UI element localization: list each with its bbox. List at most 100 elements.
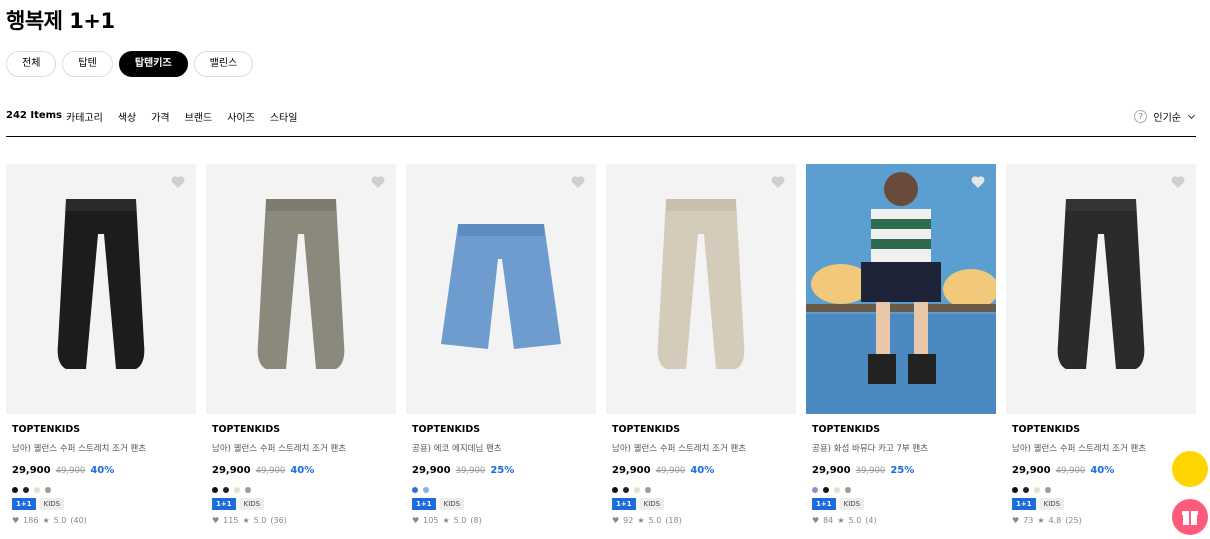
like-count: 73 bbox=[1023, 516, 1034, 525]
heart-icon[interactable] bbox=[570, 174, 586, 190]
review-count: (18) bbox=[665, 516, 682, 525]
page-title: 행복제 1+1 bbox=[6, 9, 115, 33]
badge-one-plus-one: 1+1 bbox=[12, 498, 36, 510]
heart-icon[interactable] bbox=[370, 174, 386, 190]
color-swatches bbox=[412, 487, 590, 493]
original-price: 39,900 bbox=[855, 466, 886, 476]
tab-all[interactable]: 전체 bbox=[6, 51, 57, 77]
product-name[interactable]: 공용) 화섬 바뮤다 카고 7부 팬츠 bbox=[812, 442, 990, 454]
heart-icon[interactable] bbox=[970, 174, 986, 190]
star-icon: ★ bbox=[442, 516, 450, 525]
item-count: 242 Items bbox=[6, 110, 63, 121]
rating: 5.0 bbox=[53, 516, 67, 525]
product-image[interactable] bbox=[606, 164, 796, 414]
heart-icon[interactable] bbox=[170, 174, 186, 190]
product-card[interactable]: TOPTENKIDS 공용) 에코 에지데님 팬츠 29,900 39,900 … bbox=[406, 164, 596, 525]
sale-price: 29,900 bbox=[212, 465, 251, 476]
sort-label[interactable]: 인기순 bbox=[1153, 109, 1181, 124]
color-swatch bbox=[634, 487, 640, 493]
product-image[interactable] bbox=[206, 164, 396, 414]
filter-color[interactable]: 색상 bbox=[118, 109, 136, 124]
heart-small-icon: ♥ bbox=[12, 516, 20, 525]
color-swatch bbox=[234, 487, 240, 493]
rating: 5.0 bbox=[848, 516, 862, 525]
like-count: 84 bbox=[823, 516, 834, 525]
sale-price: 29,900 bbox=[12, 465, 51, 476]
pants-illustration bbox=[257, 199, 345, 369]
review-count: (36) bbox=[270, 516, 287, 525]
color-swatch bbox=[12, 487, 18, 493]
review-count: (25) bbox=[1065, 516, 1082, 525]
sale-price: 29,900 bbox=[412, 465, 451, 476]
badge-kids: KIDS bbox=[439, 498, 465, 510]
pants-illustration bbox=[657, 199, 745, 369]
review-count: (40) bbox=[70, 516, 87, 525]
filter-style[interactable]: 스타일 bbox=[270, 109, 298, 124]
product-name[interactable]: 남아) 웰런스 수퍼 스트레치 조거 팬츠 bbox=[12, 442, 190, 454]
heart-small-icon: ♥ bbox=[812, 516, 820, 525]
product-name[interactable]: 남아) 웰런스 수퍼 스트레치 조거 팬츠 bbox=[612, 442, 790, 454]
review-count: (4) bbox=[865, 516, 877, 525]
brand-tabs: 전체 탑텐 탑텐키즈 밸린스 bbox=[6, 51, 254, 77]
filter-price[interactable]: 가격 bbox=[151, 109, 169, 124]
rating: 4.8 bbox=[1048, 516, 1062, 525]
coupon-icon[interactable] bbox=[1172, 451, 1208, 487]
product-card[interactable]: TOPTENKIDS 남아) 웰런스 수퍼 스트레치 조거 팬츠 29,900 … bbox=[606, 164, 796, 525]
color-swatch bbox=[1012, 487, 1018, 493]
gift-icon[interactable] bbox=[1172, 499, 1208, 535]
badge-one-plus-one: 1+1 bbox=[812, 498, 836, 510]
product-image[interactable] bbox=[806, 164, 996, 414]
heart-icon[interactable] bbox=[1170, 174, 1186, 190]
help-icon[interactable]: ? bbox=[1134, 110, 1148, 123]
original-price: 49,900 bbox=[1055, 466, 1086, 476]
badge-kids: KIDS bbox=[639, 498, 665, 510]
color-swatches bbox=[612, 487, 790, 493]
product-brand: TOPTENKIDS bbox=[412, 424, 481, 435]
model-photo-illustration bbox=[806, 164, 996, 414]
like-count: 92 bbox=[623, 516, 634, 525]
product-image[interactable] bbox=[406, 164, 596, 414]
original-price: 49,900 bbox=[55, 466, 86, 476]
color-swatch bbox=[45, 487, 51, 493]
discount-rate: 40% bbox=[90, 465, 115, 476]
like-count: 115 bbox=[223, 516, 239, 525]
original-price: 39,900 bbox=[455, 466, 486, 476]
color-swatches bbox=[812, 487, 990, 493]
product-name[interactable]: 남아) 웰런스 수퍼 스트레치 조거 팬츠 bbox=[212, 442, 390, 454]
filter-bar: 242 Items 카테고리 색상 가격 브랜드 사이즈 스타일 ? 인기순 bbox=[6, 106, 1196, 137]
sale-price: 29,900 bbox=[612, 465, 651, 476]
rating: 5.0 bbox=[253, 516, 267, 525]
discount-rate: 40% bbox=[690, 465, 715, 476]
product-card[interactable]: TOPTENKIDS 공용) 화섬 바뮤다 카고 7부 팬츠 29,900 39… bbox=[806, 164, 996, 525]
badge-kids: KIDS bbox=[839, 498, 865, 510]
product-brand: TOPTENKIDS bbox=[212, 424, 281, 435]
heart-icon[interactable] bbox=[770, 174, 786, 190]
product-brand: TOPTENKIDS bbox=[12, 424, 81, 435]
sort-control[interactable]: ? 인기순 bbox=[1134, 109, 1196, 124]
tab-topten[interactable]: 탑텐 bbox=[62, 51, 113, 77]
product-card[interactable]: TOPTENKIDS 남아) 웰런스 수퍼 스트레치 조거 팬츠 29,900 … bbox=[206, 164, 396, 525]
sale-price: 29,900 bbox=[1012, 465, 1051, 476]
product-brand: TOPTENKIDS bbox=[812, 424, 881, 435]
color-swatch bbox=[812, 487, 818, 493]
product-name[interactable]: 남아) 웰런스 수퍼 스트레치 조거 팬츠 bbox=[1012, 442, 1190, 454]
product-card[interactable]: TOPTENKIDS 남아) 웰런스 수퍼 스트레치 조거 팬츠 29,900 … bbox=[6, 164, 196, 525]
filter-category[interactable]: 카테고리 bbox=[66, 109, 103, 124]
product-image[interactable] bbox=[6, 164, 196, 414]
tab-topten-kids[interactable]: 탑텐키즈 bbox=[118, 51, 188, 77]
product-card[interactable]: TOPTENKIDS 남아) 웰런스 수퍼 스트레치 조거 팬츠 29,900 … bbox=[1006, 164, 1196, 525]
filter-brand[interactable]: 브랜드 bbox=[185, 109, 213, 124]
product-name[interactable]: 공용) 에코 에지데님 팬츠 bbox=[412, 442, 590, 454]
product-image[interactable] bbox=[1006, 164, 1196, 414]
star-icon: ★ bbox=[1037, 516, 1045, 525]
heart-small-icon: ♥ bbox=[1012, 516, 1020, 525]
star-icon: ★ bbox=[42, 516, 50, 525]
badge-one-plus-one: 1+1 bbox=[212, 498, 236, 510]
color-swatch bbox=[623, 487, 629, 493]
color-swatch bbox=[423, 487, 429, 493]
tab-balance[interactable]: 밸린스 bbox=[193, 51, 254, 77]
filter-size[interactable]: 사이즈 bbox=[227, 109, 255, 124]
color-swatch bbox=[34, 487, 40, 493]
discount-rate: 25% bbox=[890, 465, 915, 476]
color-swatches bbox=[12, 487, 190, 493]
